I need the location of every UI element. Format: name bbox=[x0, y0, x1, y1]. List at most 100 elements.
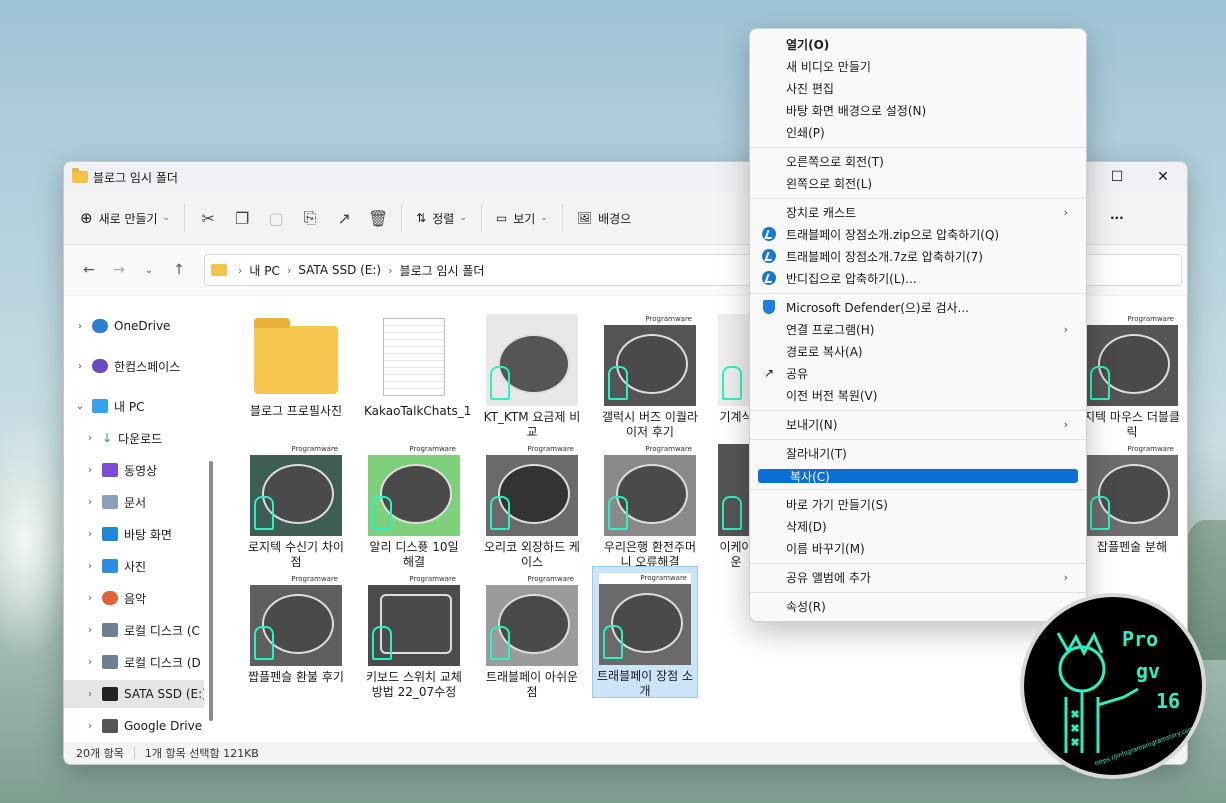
menu-item-cut[interactable]: 잘라내기(T) bbox=[754, 442, 1080, 464]
sort-button[interactable]: ⇅ 정렬 ⌄ bbox=[408, 201, 475, 235]
file-item-image-selected[interactable]: Programware 트래블페이 장점 소개 bbox=[592, 566, 698, 698]
recent-chevron-icon[interactable]: ⌄ bbox=[134, 265, 164, 276]
menu-label: 장치로 캐스트 bbox=[786, 205, 857, 220]
scrollbar-thumb[interactable] bbox=[209, 461, 213, 721]
menu-item-cast[interactable]: 장치로 캐스트 › bbox=[754, 201, 1080, 223]
menu-item-7z[interactable]: 트래블페이 장점소개.7z로 압축하기(7) bbox=[754, 245, 1080, 267]
menu-item-new-video[interactable]: 새 비디오 만들기 bbox=[754, 55, 1080, 77]
file-item-image[interactable]: Programware 트래블페이 아쉬운 점 bbox=[480, 568, 584, 699]
up-arrow-icon[interactable]: ↑ bbox=[164, 262, 194, 278]
sidebar-item-google-drive[interactable]: › Google Drive ( bbox=[64, 712, 204, 740]
back-arrow-icon[interactable]: ← bbox=[74, 262, 104, 278]
menu-item-share[interactable]: ↗ 공유 bbox=[754, 362, 1080, 384]
sidebar-item-downloads[interactable]: › ↓ 다운로드 bbox=[64, 424, 204, 452]
file-item-image[interactable]: Programware 키보드 스위치 교체방법 22_07수정 bbox=[362, 568, 466, 699]
menu-item-delete[interactable]: 삭제(D) bbox=[754, 515, 1080, 537]
breadcrumb-folder[interactable]: 블로그 임시 폴더 bbox=[400, 262, 485, 279]
sidebar-item-label: 내 PC bbox=[114, 399, 145, 414]
sidebar-item-label: 다운로드 bbox=[118, 431, 163, 446]
menu-item-rename[interactable]: 이름 바꾸기(M) bbox=[754, 537, 1080, 559]
more-icon: ··· bbox=[1110, 211, 1124, 225]
breadcrumb-my-pc[interactable]: 내 PC bbox=[249, 262, 279, 279]
menu-item-send-to[interactable]: 보내기(N) › bbox=[754, 413, 1080, 435]
chevron-right-icon: › bbox=[238, 263, 243, 277]
chevron-right-icon: › bbox=[88, 592, 92, 604]
sidebar-item-local-d[interactable]: › 로컬 디스크 (D bbox=[64, 648, 204, 676]
menu-item-copy[interactable]: 복사(C) bbox=[758, 469, 1078, 484]
sidebar-item-music[interactable]: › 음악 bbox=[64, 584, 204, 612]
menu-item-add-album[interactable]: 공유 앨범에 추가 › bbox=[754, 566, 1080, 588]
menu-item-bandizip[interactable]: 반디집으로 압축하기(L)... bbox=[754, 267, 1080, 289]
menu-item-shortcut[interactable]: 바로 가기 만들기(S) bbox=[754, 493, 1080, 515]
menu-item-set-background[interactable]: 바탕 화면 배경으로 설정(N) bbox=[754, 99, 1080, 121]
breadcrumb-drive[interactable]: SATA SSD (E:) bbox=[298, 263, 381, 277]
image-icon: 🖼 bbox=[576, 211, 593, 225]
menu-label: 인쇄(P) bbox=[786, 125, 825, 140]
menu-label: 바로 가기 만들기(S) bbox=[786, 497, 888, 512]
watermark-logo: Pro gv 16 https://jinfogramprogramstory.… bbox=[1020, 593, 1206, 779]
chevron-right-icon: › bbox=[1063, 322, 1068, 336]
file-item-folder[interactable]: 블로그 프로필사진 bbox=[244, 308, 348, 438]
context-menu: 열기(O) 새 비디오 만들기 사진 편집 바탕 화면 배경으로 설정(N) 인… bbox=[749, 28, 1087, 622]
menu-item-edit-photo[interactable]: 사진 편집 bbox=[754, 77, 1080, 99]
file-item-image[interactable]: Programware 짭플펜슬 환불 후기 bbox=[244, 568, 348, 698]
forward-arrow-icon[interactable]: → bbox=[104, 262, 134, 278]
sidebar-item-onedrive[interactable]: › OneDrive bbox=[64, 312, 204, 340]
menu-item-copy-path[interactable]: 경로로 복사(A) bbox=[754, 340, 1080, 362]
menu-item-zip[interactable]: 트래블페이 장점소개.zip으로 압축하기(Q) bbox=[754, 223, 1080, 245]
rename-icon[interactable]: ⎘ bbox=[293, 201, 327, 235]
file-item-image[interactable]: Programware 오리코 외장하드 케이스 bbox=[480, 438, 584, 569]
view-button[interactable]: ▭ 보기 ⌄ bbox=[488, 201, 556, 235]
logo-text: 16 bbox=[1156, 689, 1181, 713]
menu-item-open[interactable]: 열기(O) bbox=[754, 33, 1080, 55]
video-icon bbox=[102, 463, 118, 477]
document-icon bbox=[102, 495, 118, 509]
file-item-image[interactable]: Programware 로지텍 수신기 차이점 bbox=[244, 438, 348, 569]
file-item-image[interactable]: Programware 우리은행 환전주머니 오류해결 bbox=[598, 438, 702, 569]
file-item-image[interactable]: KT_KTM 요금제 비교 bbox=[480, 308, 584, 439]
sidebar-item-documents[interactable]: › 문서 bbox=[64, 488, 204, 516]
maximize-button[interactable]: ☐ bbox=[1094, 162, 1140, 192]
file-item-image[interactable]: Programware 잡플펜술 분해 bbox=[1080, 438, 1184, 568]
close-button[interactable]: ✕ bbox=[1140, 162, 1186, 192]
menu-divider bbox=[750, 592, 1086, 593]
sidebar-item-my-pc[interactable]: ⌄ 내 PC bbox=[64, 392, 204, 420]
sidebar-item-local-c[interactable]: › 로컬 디스크 (C bbox=[64, 616, 204, 644]
sidebar-item-sata-ssd[interactable]: › SATA SSD (E:) bbox=[64, 680, 204, 708]
file-item-image[interactable]: Programware 알리 디스퓻 10일 해결 bbox=[362, 438, 466, 569]
cut-icon[interactable]: ✂ bbox=[191, 201, 225, 235]
folder-icon bbox=[211, 264, 227, 276]
sidebar-item-hancom[interactable]: › 한컴스페이스 bbox=[64, 352, 204, 380]
sidebar-item-pictures[interactable]: › 사진 bbox=[64, 552, 204, 580]
chevron-right-icon: › bbox=[78, 360, 82, 372]
new-button[interactable]: ⊕ 새로 만들기 ⌄ bbox=[72, 201, 178, 235]
sidebar-item-label: 한컴스페이스 bbox=[114, 359, 181, 374]
menu-item-rotate-right[interactable]: 오른쪽으로 회전(T) bbox=[754, 150, 1080, 172]
menu-item-print[interactable]: 인쇄(P) bbox=[754, 121, 1080, 143]
menu-item-restore[interactable]: 이전 버전 복원(V) bbox=[754, 384, 1080, 406]
chevron-right-icon: › bbox=[88, 464, 92, 476]
music-icon bbox=[102, 591, 118, 605]
drive-icon bbox=[102, 623, 118, 637]
file-name: KakaoTalkChats_1 bbox=[364, 404, 472, 418]
menu-label: 삭제(D) bbox=[786, 519, 827, 534]
share-icon[interactable]: ↗ bbox=[327, 201, 361, 235]
file-item-image[interactable]: Programware 갤럭시 버즈 이퀄라이저 후기 bbox=[598, 308, 702, 439]
menu-item-defender[interactable]: Microsoft Defender(으)로 검사... bbox=[754, 296, 1080, 318]
delete-icon[interactable]: 🗑 bbox=[361, 201, 395, 235]
menu-item-open-with[interactable]: 연결 프로그램(H) › bbox=[754, 318, 1080, 340]
image-thumbnail: Programware bbox=[486, 574, 578, 666]
sidebar-item-desktop[interactable]: › 바탕 화면 bbox=[64, 520, 204, 548]
file-item-image[interactable]: Programware 지텍 마우스 더블클릭 bbox=[1080, 308, 1184, 439]
menu-divider bbox=[750, 439, 1086, 440]
sidebar-scrollbar[interactable] bbox=[204, 296, 218, 742]
more-button[interactable]: ··· bbox=[1102, 201, 1132, 235]
set-background-button[interactable]: 🖼 배경으 bbox=[569, 201, 639, 235]
download-icon: ↓ bbox=[102, 431, 113, 445]
sidebar-item-videos[interactable]: › 동영상 bbox=[64, 456, 204, 484]
image-thumbnail: Programware bbox=[604, 444, 696, 536]
file-item-text[interactable]: KakaoTalkChats_1 bbox=[362, 308, 472, 438]
paste-icon[interactable]: ▢ bbox=[259, 201, 293, 235]
copy-icon[interactable]: ❐ bbox=[225, 201, 259, 235]
menu-item-rotate-left[interactable]: 왼쪽으로 회전(L) bbox=[754, 172, 1080, 194]
